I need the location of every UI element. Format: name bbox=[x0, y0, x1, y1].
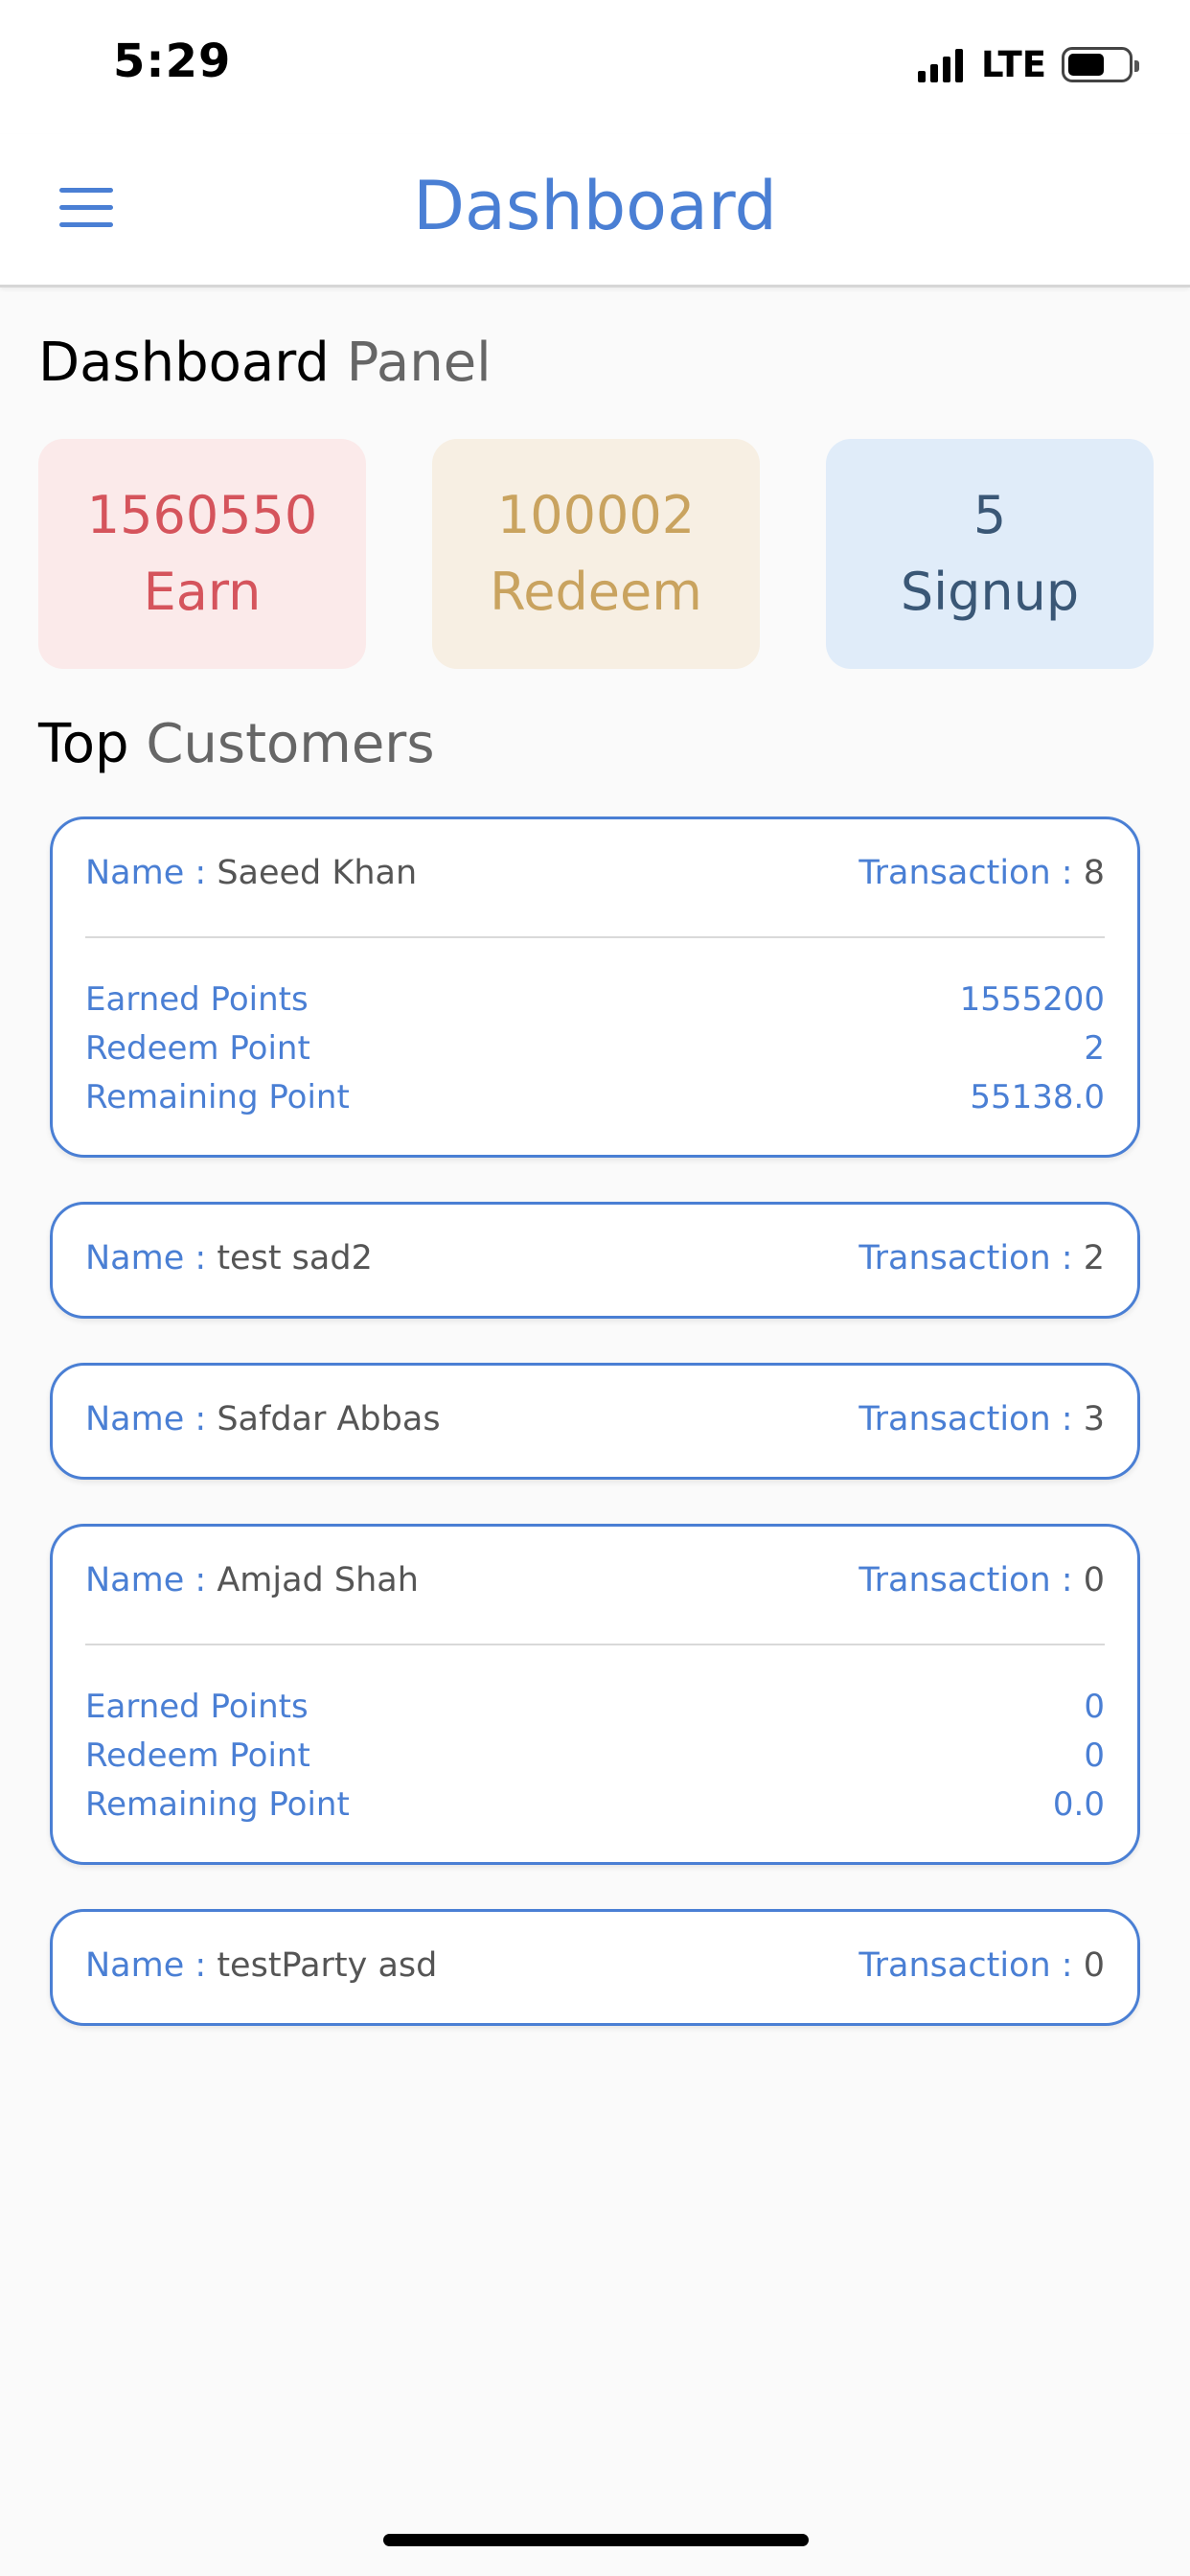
redeem-point-label: Redeem Point bbox=[85, 1029, 310, 1068]
earn-label: Earn bbox=[143, 562, 262, 622]
customer-name: Amjad Shah bbox=[217, 1561, 419, 1599]
transaction-count: 8 bbox=[1083, 854, 1105, 892]
redeem-point-label: Redeem Point bbox=[85, 1736, 310, 1775]
card-divider bbox=[85, 1644, 1105, 1645]
name-label: Name : bbox=[85, 1946, 207, 1985]
transaction-count: 2 bbox=[1083, 1239, 1105, 1277]
customer-name: Safdar Abbas bbox=[217, 1400, 441, 1438]
remaining-point-label: Remaining Point bbox=[85, 1785, 350, 1824]
name-label: Name : bbox=[85, 1400, 207, 1438]
battery-level bbox=[1068, 54, 1105, 76]
customer-header-row: Name : testParty asd Transaction : 0 bbox=[85, 1946, 1105, 1992]
redeem-label: Redeem bbox=[490, 562, 702, 622]
customer-name: test sad2 bbox=[217, 1239, 373, 1277]
status-time: 5:29 bbox=[113, 34, 232, 88]
remaining-point-row: Remaining Point 0.0 bbox=[85, 1785, 1105, 1833]
customers-heading-strong: Top bbox=[38, 713, 129, 775]
redeem-value: 100002 bbox=[496, 485, 696, 545]
name-label: Name : bbox=[85, 854, 207, 892]
nav-bar: Dashboard bbox=[0, 134, 1190, 288]
signup-stat-card[interactable]: 5 Signup bbox=[826, 439, 1154, 669]
redeem-stat-card[interactable]: 100002 Redeem bbox=[432, 439, 760, 669]
transaction-label: Transaction : bbox=[858, 1561, 1073, 1599]
earned-points-value: 1555200 bbox=[959, 980, 1105, 1019]
name-label: Name : bbox=[85, 1239, 207, 1277]
signup-label: Signup bbox=[900, 562, 1080, 622]
home-indicator[interactable] bbox=[383, 2534, 809, 2546]
customer-header-row: Name : Safdar Abbas Transaction : 3 bbox=[85, 1400, 1105, 1446]
panel-heading: Dashboard Panel bbox=[38, 332, 492, 394]
signup-value: 5 bbox=[973, 485, 1007, 545]
panel-heading-light: Panel bbox=[346, 332, 492, 394]
redeem-point-row: Redeem Point 2 bbox=[85, 1029, 1105, 1077]
remaining-point-value: 0.0 bbox=[1052, 1785, 1105, 1824]
network-label: LTE bbox=[981, 44, 1046, 85]
transaction-label: Transaction : bbox=[858, 1239, 1073, 1277]
customer-card[interactable]: Name : Amjad Shah Transaction : 0 Earned… bbox=[50, 1524, 1140, 1865]
customers-heading-light: Customers bbox=[146, 713, 435, 775]
name-label: Name : bbox=[85, 1561, 207, 1599]
panel-heading-strong: Dashboard bbox=[38, 332, 330, 394]
earned-points-row: Earned Points 0 bbox=[85, 1688, 1105, 1736]
customer-card[interactable]: Name : Safdar Abbas Transaction : 3 bbox=[50, 1363, 1140, 1480]
customer-header-row: Name : Amjad Shah Transaction : 0 bbox=[85, 1561, 1105, 1607]
page-title: Dashboard bbox=[413, 167, 777, 245]
earn-stat-card[interactable]: 1560550 Earn bbox=[38, 439, 366, 669]
transaction-count: 3 bbox=[1083, 1400, 1105, 1438]
earned-points-row: Earned Points 1555200 bbox=[85, 980, 1105, 1028]
transaction-label: Transaction : bbox=[858, 854, 1073, 892]
customer-card[interactable]: Name : test sad2 Transaction : 2 bbox=[50, 1202, 1140, 1319]
redeem-point-value: 2 bbox=[1084, 1029, 1105, 1068]
customer-card[interactable]: Name : testParty asd Transaction : 0 bbox=[50, 1909, 1140, 2026]
customers-heading: Top Customers bbox=[38, 713, 435, 775]
remaining-point-label: Remaining Point bbox=[85, 1078, 350, 1116]
earned-points-label: Earned Points bbox=[85, 1688, 309, 1726]
earned-points-value: 0 bbox=[1084, 1688, 1105, 1726]
customer-header-row: Name : test sad2 Transaction : 2 bbox=[85, 1239, 1105, 1285]
battery-icon bbox=[1062, 47, 1139, 82]
signal-icon bbox=[918, 48, 968, 82]
earned-points-label: Earned Points bbox=[85, 980, 309, 1019]
remaining-point-row: Remaining Point 55138.0 bbox=[85, 1078, 1105, 1126]
earn-value: 1560550 bbox=[86, 485, 318, 545]
transaction-label: Transaction : bbox=[858, 1400, 1073, 1438]
status-indicators: LTE bbox=[918, 44, 1139, 85]
customer-header-row: Name : Saeed Khan Transaction : 8 bbox=[85, 854, 1105, 900]
customer-name: testParty asd bbox=[217, 1946, 438, 1985]
transaction-count: 0 bbox=[1083, 1561, 1105, 1599]
redeem-point-value: 0 bbox=[1084, 1736, 1105, 1775]
customer-name: Saeed Khan bbox=[217, 854, 418, 892]
remaining-point-value: 55138.0 bbox=[970, 1078, 1105, 1116]
card-divider bbox=[85, 936, 1105, 938]
dashboard-screen: 5:29 LTE Dashboard Dashboard Panel 15605… bbox=[0, 0, 1190, 2576]
redeem-point-row: Redeem Point 0 bbox=[85, 1736, 1105, 1784]
status-bar: 5:29 LTE bbox=[0, 0, 1190, 134]
transaction-label: Transaction : bbox=[858, 1946, 1073, 1985]
transaction-count: 0 bbox=[1083, 1946, 1105, 1985]
customer-card[interactable]: Name : Saeed Khan Transaction : 8 Earned… bbox=[50, 816, 1140, 1158]
